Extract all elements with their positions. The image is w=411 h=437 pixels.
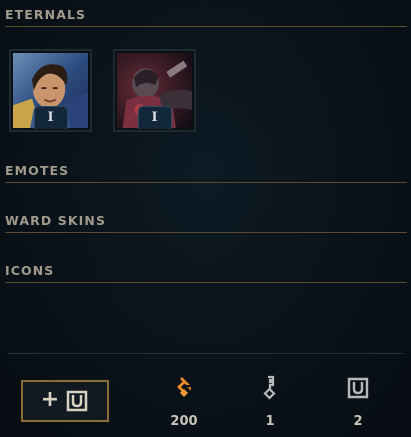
eternals-token-icon: [66, 390, 88, 412]
section-title-eternals: ETERNALS: [5, 7, 87, 22]
currency-hextech-key: 1: [240, 375, 300, 429]
section-header-ward-skins: WARD SKINS: [5, 213, 407, 233]
eternals-token-icon: [347, 377, 369, 399]
orange-essence-amount: 200: [170, 414, 198, 429]
currency-eternals-token: 2: [328, 375, 388, 429]
footer-divider: [8, 353, 403, 354]
eternal-level-badge: I: [137, 106, 172, 129]
section-header-emotes: EMOTES: [5, 163, 407, 183]
orange-essence-icon: [177, 377, 191, 397]
eternal-level-badge: I: [33, 106, 68, 129]
section-title-ward-skins: WARD SKINS: [5, 213, 107, 228]
section-divider: [5, 26, 407, 27]
add-eternal-token-button[interactable]: +: [21, 380, 109, 422]
section-title-icons: ICONS: [5, 263, 55, 278]
section-header-icons: ICONS: [5, 263, 407, 283]
plus-icon: +: [40, 387, 60, 412]
hextech-key-icon: [263, 375, 276, 400]
section-divider: [5, 182, 407, 183]
eternal-tile-dark-champion[interactable]: I: [113, 49, 196, 132]
section-divider: [5, 282, 407, 283]
section-title-emotes: EMOTES: [5, 163, 70, 178]
section-divider: [5, 232, 407, 233]
eternals-token-amount: 2: [353, 414, 363, 429]
section-header-eternals: ETERNALS: [5, 7, 407, 27]
hextech-key-amount: 1: [265, 414, 275, 429]
eternal-tile-garen[interactable]: I: [9, 49, 92, 132]
currency-orange-essence: 200: [154, 375, 214, 429]
